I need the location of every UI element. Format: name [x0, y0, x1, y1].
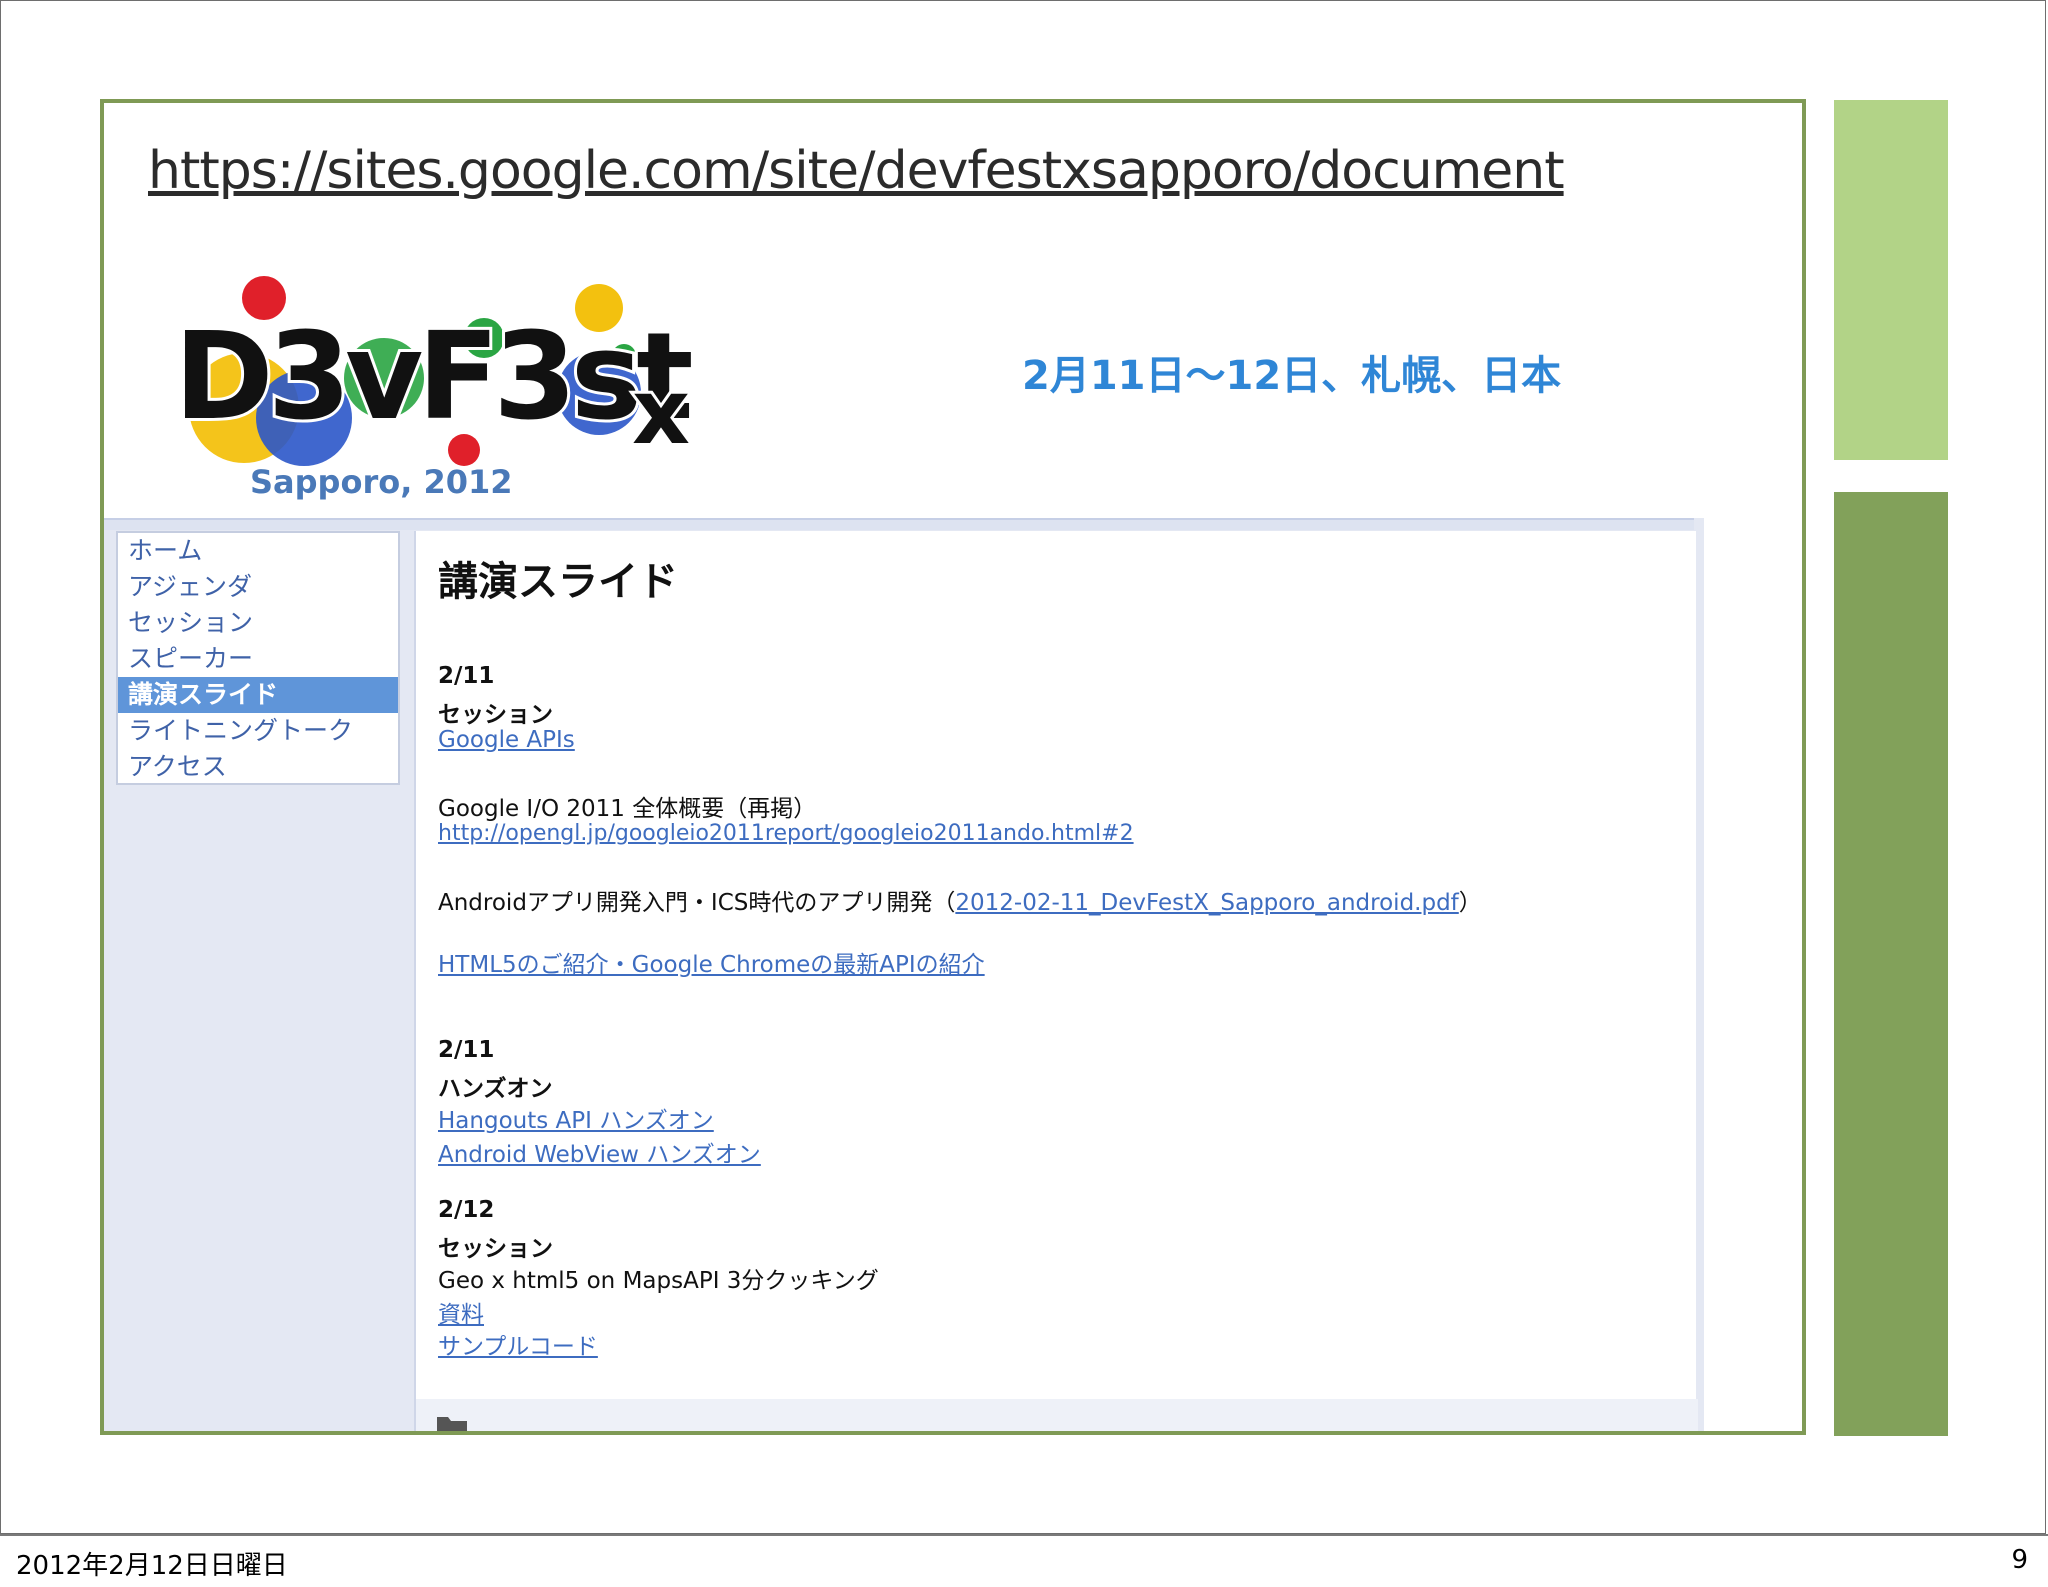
logo-wordmark: D3vF3st [174, 308, 691, 447]
sidebar-item-access[interactable]: アクセス [118, 749, 398, 785]
sidebar-item-slides[interactable]: 講演スライド [118, 677, 398, 713]
section-type: セッション [438, 702, 553, 728]
io-overview-title: Google I/O 2011 全体概要（再掲） [438, 796, 817, 822]
android-pdf-link[interactable]: 2012-02-11_DevFestX_Sapporo_android.pdf [955, 890, 1458, 916]
section-date: 2/11 [438, 1037, 495, 1063]
header-divider [104, 518, 1694, 530]
google-apis-link[interactable]: Google APIs [438, 727, 575, 753]
sidebar-item-lightning-talks[interactable]: ライトニングトーク [118, 713, 398, 749]
logo-subtitle: Sapporo, 2012 [250, 463, 513, 501]
html5-chrome-link[interactable]: HTML5のご紹介・Google Chromeの最新APIの紹介 [438, 945, 985, 979]
footer-divider [0, 1534, 2048, 1536]
section-type: セッション [438, 1236, 553, 1262]
io-overview-link[interactable]: http://opengl.jp/googleio2011report/goog… [438, 821, 1134, 846]
maps-session-title: Geo x html5 on MapsAPI 3分クッキング [438, 1268, 879, 1294]
logo-x: x [632, 360, 690, 465]
section-type: ハンズオン [438, 1076, 553, 1102]
android-session-close: ） [1458, 890, 1482, 916]
event-date: 2月11日〜12日、札幌、日本 [1022, 353, 1562, 399]
materials-link[interactable]: 資料 [438, 1295, 484, 1329]
android-session-title: Androidアプリ開発入門・ICS時代のアプリ開発（ [438, 890, 956, 916]
attachments-strip [416, 1399, 1698, 1431]
android-session-line: Androidアプリ開発入門・ICS時代のアプリ開発（2012-02-11_De… [438, 883, 1482, 917]
sidebar-nav: ホーム アジェンダ セッション スピーカー 講演スライド ライトニングトーク ア… [116, 531, 400, 785]
url-title-link[interactable]: https://sites.google.com/site/devfestxsa… [148, 141, 1565, 201]
accent-bar-dark [1834, 492, 1948, 1436]
webview-handson-link[interactable]: Android WebView ハンズオン [438, 1135, 761, 1169]
sidebar-item-sessions[interactable]: セッション [118, 605, 398, 641]
sidebar-item-agenda[interactable]: アジェンダ [118, 569, 398, 605]
sidebar-item-home[interactable]: ホーム [118, 533, 398, 569]
folder-icon[interactable] [436, 1413, 468, 1435]
sample-code-link[interactable]: サンプルコード [438, 1327, 598, 1361]
devfestx-logo: D3vF3st x [171, 276, 700, 468]
section-date: 2/12 [438, 1197, 495, 1223]
accent-bar-light [1834, 100, 1948, 460]
screenshot-panel: https://sites.google.com/site/devfestxsa… [100, 99, 1806, 1435]
page-title: 講演スライド [438, 559, 678, 605]
section-date: 2/11 [438, 663, 495, 689]
page-number: 9 [2011, 1545, 2028, 1575]
sidebar-item-speakers[interactable]: スピーカー [118, 641, 398, 677]
main-content: 講演スライド 2/11 セッション Google APIs Google I/O… [414, 531, 1698, 1435]
footer-date: 2012年2月12日日曜日 [16, 1551, 288, 1581]
hangouts-handson-link[interactable]: Hangouts API ハンズオン [438, 1101, 714, 1135]
